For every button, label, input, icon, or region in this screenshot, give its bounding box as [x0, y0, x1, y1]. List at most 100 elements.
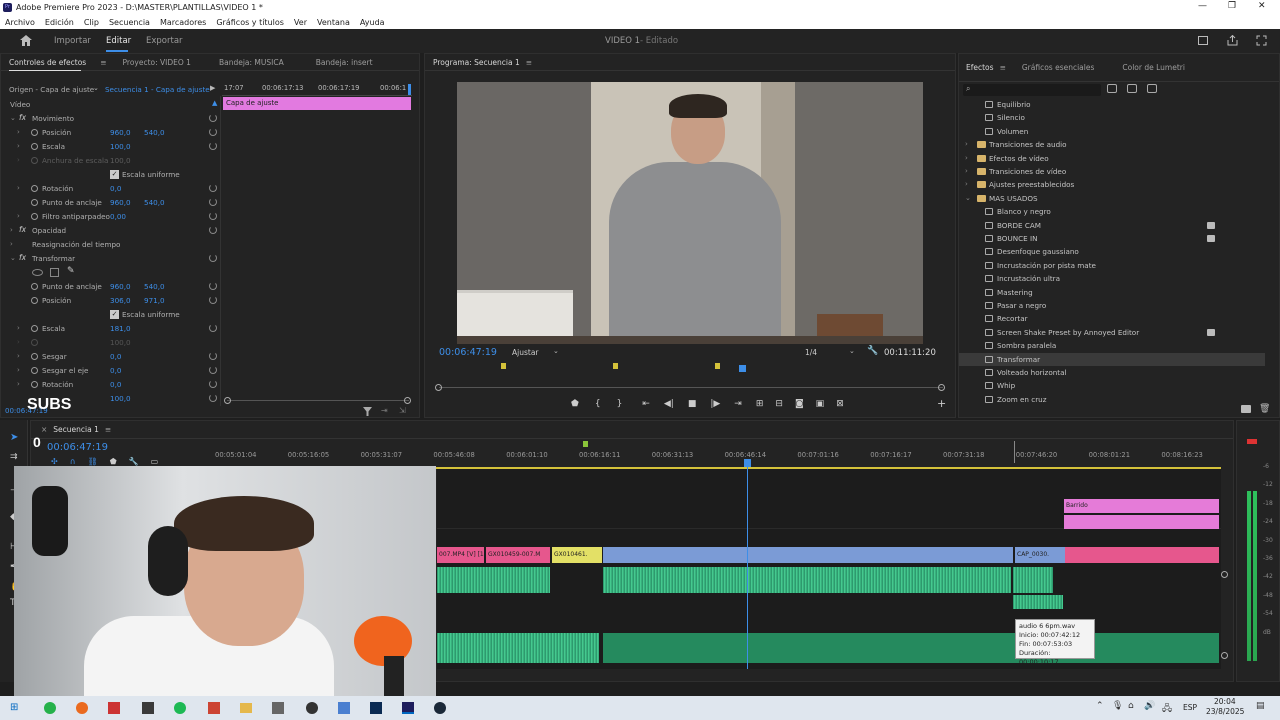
chevron-icon[interactable]: › [17, 212, 20, 220]
source-selector[interactable]: Origen - Capa de ajuste [9, 85, 94, 94]
program-markers-track[interactable] [435, 361, 945, 373]
mic-icon[interactable]: 🎙 [1112, 701, 1123, 711]
timeline-ruler[interactable]: 00:05:01:04 00:05:16:05 00:05:31:07 00:05:4… [213, 439, 1221, 469]
effects-item[interactable]: Equilibrio [959, 98, 1265, 111]
effects-item[interactable]: Blanco y negro [959, 205, 1265, 218]
camera-icon[interactable]: ◙ [795, 399, 804, 409]
folder-icon[interactable] [240, 703, 252, 713]
menu-clip[interactable]: Clip [84, 18, 99, 27]
program-scrubber[interactable] [439, 387, 943, 388]
reset-icon[interactable] [209, 394, 217, 402]
stopwatch-icon[interactable] [31, 353, 38, 360]
app-icon[interactable] [338, 702, 350, 714]
lift-icon[interactable]: ⊞ [756, 399, 764, 409]
pen-mask-icon[interactable]: ✎ [67, 266, 75, 276]
quality-selector[interactable]: 1/4 [805, 348, 817, 357]
video-clip-2[interactable]: GX010459-007.M [486, 547, 550, 563]
stop-icon[interactable]: ■ [688, 399, 697, 409]
anchor-x[interactable]: 960,0 [110, 198, 131, 207]
chevron-icon[interactable]: › [965, 140, 968, 148]
yuv-filter-icon[interactable] [1147, 84, 1157, 93]
effects-folder[interactable]: › Transiciones de vídeo [959, 165, 1265, 178]
tray-app-icon[interactable]: ⌂ [1128, 701, 1134, 711]
chevron-down-icon[interactable]: ⌄ [553, 347, 559, 355]
playhead-marker[interactable] [739, 365, 746, 372]
minimize-icon[interactable]: — [1198, 1, 1207, 11]
windows-start-icon[interactable]: ⊞ [10, 702, 18, 713]
scale-value[interactable]: 100,0 [110, 142, 131, 151]
reset-icon[interactable] [209, 114, 217, 122]
step-back-icon[interactable]: ◀| [664, 399, 674, 409]
menu-secuencia[interactable]: Secuencia [109, 18, 150, 27]
scroll-handle-icon[interactable] [938, 384, 945, 391]
tab-lumetri[interactable]: Color de Lumetri [1122, 63, 1185, 72]
scroll-handle-icon[interactable] [224, 397, 231, 404]
effects-item[interactable]: Pasar a negro [959, 299, 1265, 312]
marker[interactable] [715, 363, 720, 369]
t-anchor-y[interactable]: 540,0 [144, 282, 165, 291]
linked-select-icon[interactable]: ⛓ [88, 457, 98, 466]
uniform-scale-checkbox[interactable]: ✓ [110, 170, 119, 179]
audio-clip-a2[interactable] [1013, 595, 1063, 609]
reset-icon[interactable] [209, 226, 217, 234]
chevron-icon[interactable]: › [17, 324, 20, 332]
32bit-filter-icon[interactable] [1127, 84, 1137, 93]
collapse-icon[interactable]: ▲ [212, 99, 217, 107]
chevron-icon[interactable]: ⌄ [10, 254, 16, 262]
mark-out-icon[interactable]: } [617, 399, 623, 409]
playhead-head[interactable] [744, 459, 751, 467]
marker[interactable] [583, 441, 588, 447]
magnet-icon[interactable]: ∩ [70, 457, 76, 466]
steam-icon[interactable] [434, 702, 446, 714]
tab-project[interactable]: Proyecto: VIDEO 1 [123, 58, 191, 67]
effects-item[interactable]: Sombra paralela [959, 339, 1265, 352]
stopwatch-icon[interactable] [31, 199, 38, 206]
whatsapp-icon[interactable] [44, 702, 56, 714]
export-frame-icon[interactable]: ⇥ [381, 406, 388, 415]
effects-item[interactable]: Transformar [959, 352, 1265, 366]
wrench-icon[interactable]: 🔧 [129, 457, 139, 466]
fit-selector[interactable]: Ajustar [512, 348, 539, 357]
chevron-down-icon[interactable]: ⌄ [93, 84, 99, 92]
effects-item[interactable]: Incrustación ultra [959, 272, 1265, 285]
effects-folder[interactable]: › Efectos de vídeo [959, 152, 1265, 165]
fx-clips-row[interactable] [1064, 515, 1219, 529]
video-clips-blue[interactable] [603, 547, 1013, 563]
audio-clip-a1[interactable] [1013, 567, 1053, 593]
in-marker[interactable] [1014, 441, 1015, 463]
adjustment-layer-clip[interactable]: Capa de ajuste [223, 97, 411, 110]
stopwatch-icon[interactable] [31, 129, 38, 136]
stopwatch-icon[interactable] [31, 381, 38, 388]
chevron-icon[interactable]: › [965, 180, 968, 188]
rect-mask-icon[interactable] [50, 268, 59, 277]
t-anchor-x[interactable]: 960,0 [110, 282, 131, 291]
chevron-down-icon[interactable]: ⌄ [849, 347, 855, 355]
menu-edicion[interactable]: Edición [45, 18, 74, 27]
chevron-icon[interactable]: ⌄ [965, 194, 971, 202]
effects-item[interactable]: Incrustación por pista mate [959, 259, 1265, 272]
effects-item[interactable]: Screen Shake Preset by Annoyed Editor [959, 326, 1265, 339]
go-to-in-icon[interactable]: ⇤ [642, 399, 650, 409]
menu-ver[interactable]: Ver [294, 18, 307, 27]
effects-item[interactable]: Zoom en cruz [959, 393, 1265, 406]
play-only-icon[interactable]: ▶ [210, 84, 215, 92]
t-position-x[interactable]: 306,0 [110, 296, 131, 305]
menu-archivo[interactable]: Archivo [5, 18, 35, 27]
reset-icon[interactable] [209, 282, 217, 290]
rotation-value[interactable]: 0,0 [110, 184, 121, 193]
effects-item[interactable]: Volteado horizontal [959, 366, 1265, 379]
program-video[interactable] [457, 82, 923, 344]
compare-icon[interactable]: ▣ [816, 399, 825, 409]
clock-date[interactable]: 23/8/2025 [1206, 707, 1244, 716]
add-marker-icon[interactable]: ⬟ [571, 399, 579, 409]
app-icon[interactable] [208, 702, 220, 714]
transform-row[interactable]: ⌄ fx Transformar [1, 252, 221, 265]
reset-icon[interactable] [209, 142, 217, 150]
stopwatch-icon[interactable] [31, 143, 38, 150]
opacity-row[interactable]: › fx Opacidad [1, 224, 221, 237]
scroll-handle-icon[interactable] [1221, 652, 1228, 659]
stopwatch-icon[interactable] [31, 213, 38, 220]
video-clip-cap[interactable]: CAP_0030. [1015, 547, 1065, 563]
close-icon[interactable]: ✕ [1258, 1, 1266, 11]
anchor-y[interactable]: 540,0 [144, 198, 165, 207]
